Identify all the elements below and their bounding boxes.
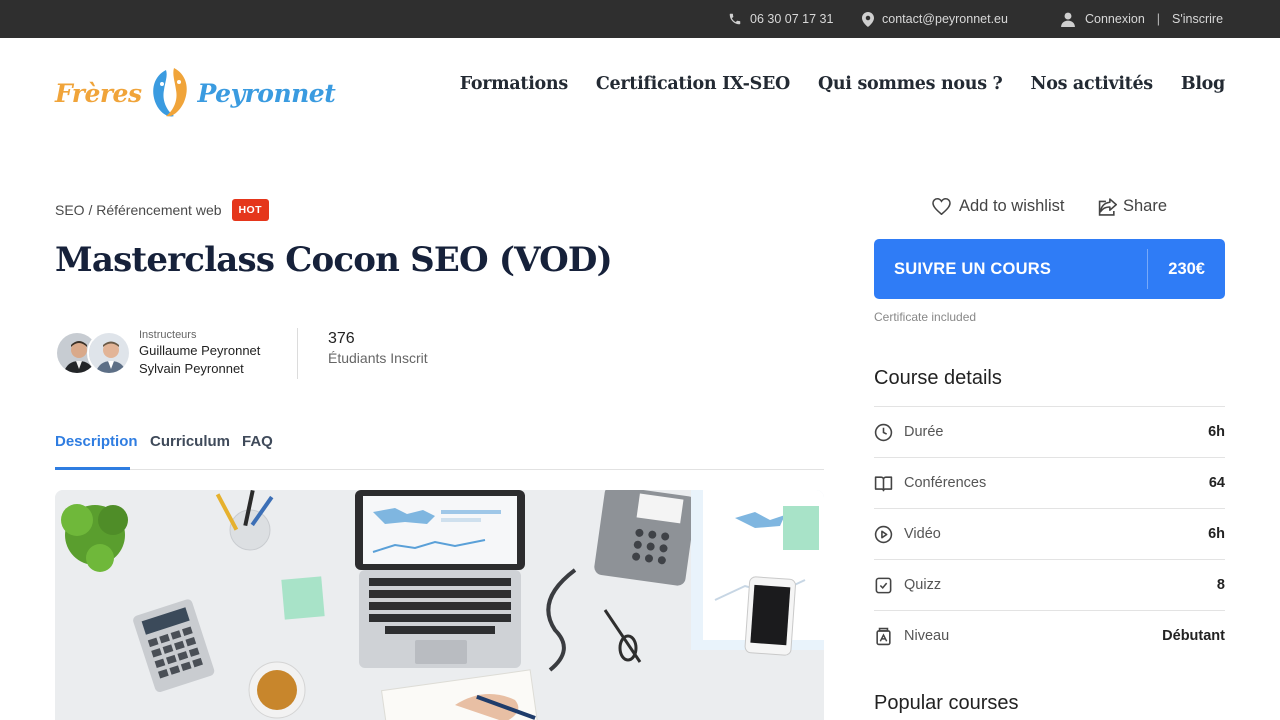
top-bar: 06 30 07 17 31 contact@peyronnet.eu Conn… [0, 0, 1280, 38]
clock-icon [874, 423, 893, 441]
breadcrumb: SEO / Référencement web HOT [55, 199, 269, 221]
nav-certification[interactable]: Certification IX-SEO [596, 74, 790, 94]
instructor-name[interactable]: Guillaume Peyronnet [139, 342, 260, 360]
instructors-label: Instructeurs [139, 329, 197, 341]
course-image [55, 490, 824, 720]
detail-value: 6h [1208, 526, 1225, 542]
phone-icon [729, 13, 741, 25]
level-icon [876, 627, 891, 645]
logo-word-peyronnet: Peyronnet [197, 78, 336, 108]
account-links: Connexion | S'inscrire [1061, 0, 1223, 38]
instructors-block: Instructeurs Guillaume Peyronnet Sylvain… [139, 328, 260, 378]
detail-label: Conférences [904, 475, 987, 491]
nav-blog[interactable]: Blog [1181, 74, 1225, 94]
wishlist-label: Add to wishlist [959, 197, 1065, 215]
nav-about[interactable]: Qui sommes nous ? [818, 74, 1003, 94]
category-link[interactable]: SEO / Référencement web [55, 202, 222, 218]
logo-word-freres: Frères [55, 78, 142, 108]
page-title: Masterclass Cocon SEO (VOD) [55, 240, 613, 280]
detail-value: 8 [1216, 577, 1225, 593]
register-link[interactable]: S'inscrire [1172, 12, 1223, 26]
detail-label: Quizz [904, 577, 942, 593]
students-block: 376 Étudiants Inscrit [328, 330, 428, 366]
login-link[interactable]: Connexion [1085, 12, 1145, 26]
certificate-note: Certificate included [874, 310, 977, 324]
account-separator: | [1156, 12, 1161, 26]
course-details-title: Course details [874, 367, 1002, 389]
phone-contact[interactable]: 06 30 07 17 31 [728, 0, 833, 38]
enroll-divider [1147, 249, 1149, 289]
wishlist-button[interactable]: Add to wishlist [932, 197, 1064, 216]
avatar[interactable] [87, 331, 131, 375]
phone-number[interactable]: 06 30 07 17 31 [750, 12, 833, 26]
nav-formations[interactable]: Formations [460, 74, 569, 94]
tab-faq[interactable]: FAQ [242, 433, 273, 450]
popular-courses-title: Popular courses [874, 692, 1019, 714]
course-tabs: Description Curriculum FAQ [55, 430, 824, 470]
divider [297, 328, 298, 379]
detail-value: 64 [1208, 475, 1225, 491]
enroll-button[interactable]: SUIVRE UN COURS 230€ [874, 239, 1225, 299]
map-pin-icon [862, 11, 874, 27]
heart-icon [932, 198, 951, 215]
instructor-avatars [55, 331, 131, 377]
detail-quiz: Quizz 8 [874, 560, 1225, 610]
detail-value: 6h [1208, 424, 1225, 440]
tab-curriculum[interactable]: Curriculum [150, 433, 230, 450]
user-icon [1061, 12, 1075, 27]
detail-level: Niveau Débutant [874, 611, 1225, 661]
tab-description[interactable]: Description [55, 433, 138, 450]
enroll-label: SUIVRE UN COURS [894, 259, 1052, 278]
detail-video: Vidéo 6h [874, 509, 1225, 559]
course-price: 230€ [1168, 259, 1205, 278]
active-tab-indicator [55, 467, 130, 470]
detail-label: Vidéo [904, 526, 941, 542]
play-circle-icon [874, 525, 893, 543]
detail-lectures: Conférences 64 [874, 458, 1225, 508]
instructor-name[interactable]: Sylvain Peyronnet [139, 360, 260, 378]
site-logo[interactable]: Frères Peyronnet [55, 62, 336, 124]
email-address[interactable]: contact@peyronnet.eu [882, 12, 1008, 26]
students-count: 376 [328, 330, 355, 347]
fish-logo-icon [152, 68, 187, 117]
main-nav: Formations Certification IX-SEO Qui somm… [460, 74, 1226, 94]
share-label: Share [1123, 197, 1168, 215]
detail-label: Durée [904, 424, 944, 440]
email-contact[interactable]: contact@peyronnet.eu [862, 0, 1008, 38]
detail-label: Niveau [904, 628, 950, 644]
share-button[interactable]: Share [1098, 197, 1167, 216]
detail-value: Débutant [1162, 628, 1225, 644]
book-open-icon [874, 475, 893, 491]
students-label: Étudiants Inscrit [328, 350, 428, 366]
checkbox-icon [875, 577, 892, 593]
detail-duration: Durée 6h [874, 407, 1225, 457]
nav-activities[interactable]: Nos activités [1031, 74, 1154, 94]
share-icon [1098, 197, 1117, 216]
hot-badge: HOT [231, 199, 269, 221]
